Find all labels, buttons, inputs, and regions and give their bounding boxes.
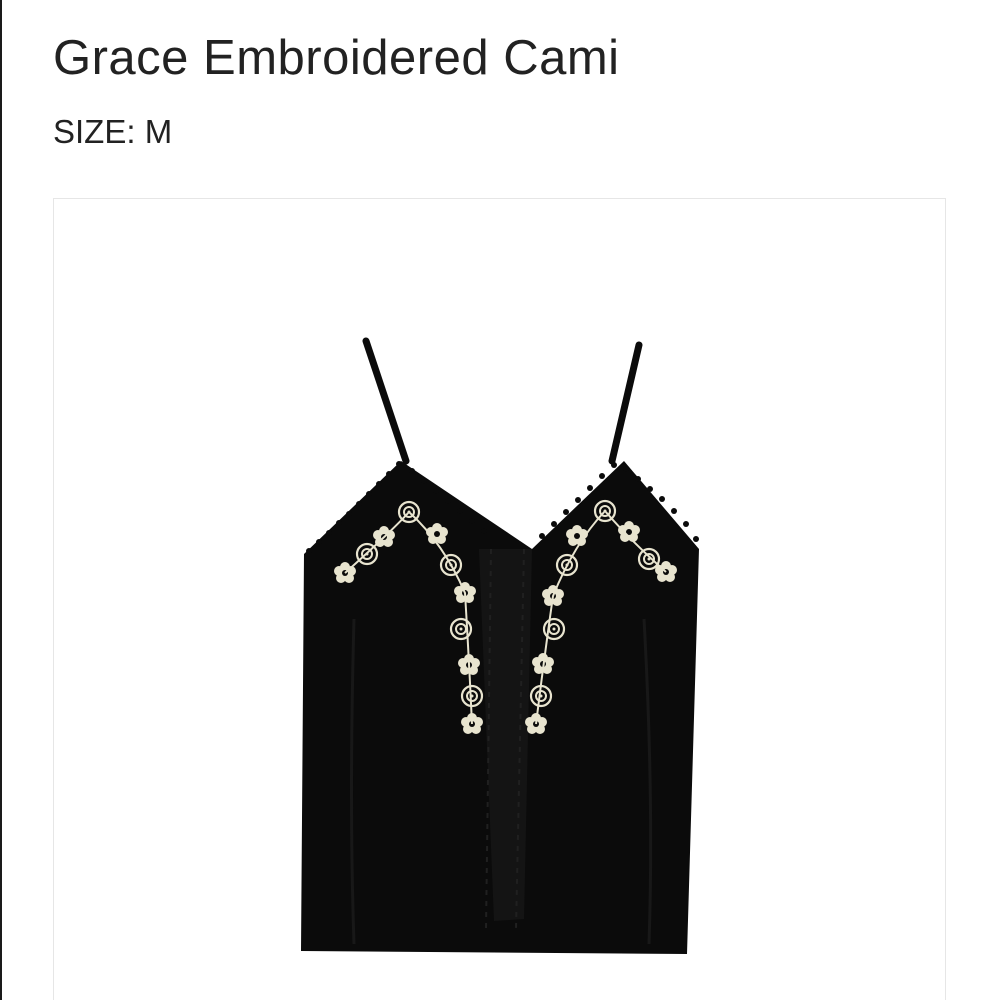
product-image-card[interactable] [53, 198, 946, 1000]
size-value: M [144, 113, 173, 150]
camisole-photo [301, 337, 699, 954]
left-border [0, 0, 2, 1000]
size-info: SIZE: M [53, 110, 172, 154]
size-label: SIZE: [53, 113, 136, 150]
product-title: Grace Embroidered Cami [53, 31, 620, 85]
